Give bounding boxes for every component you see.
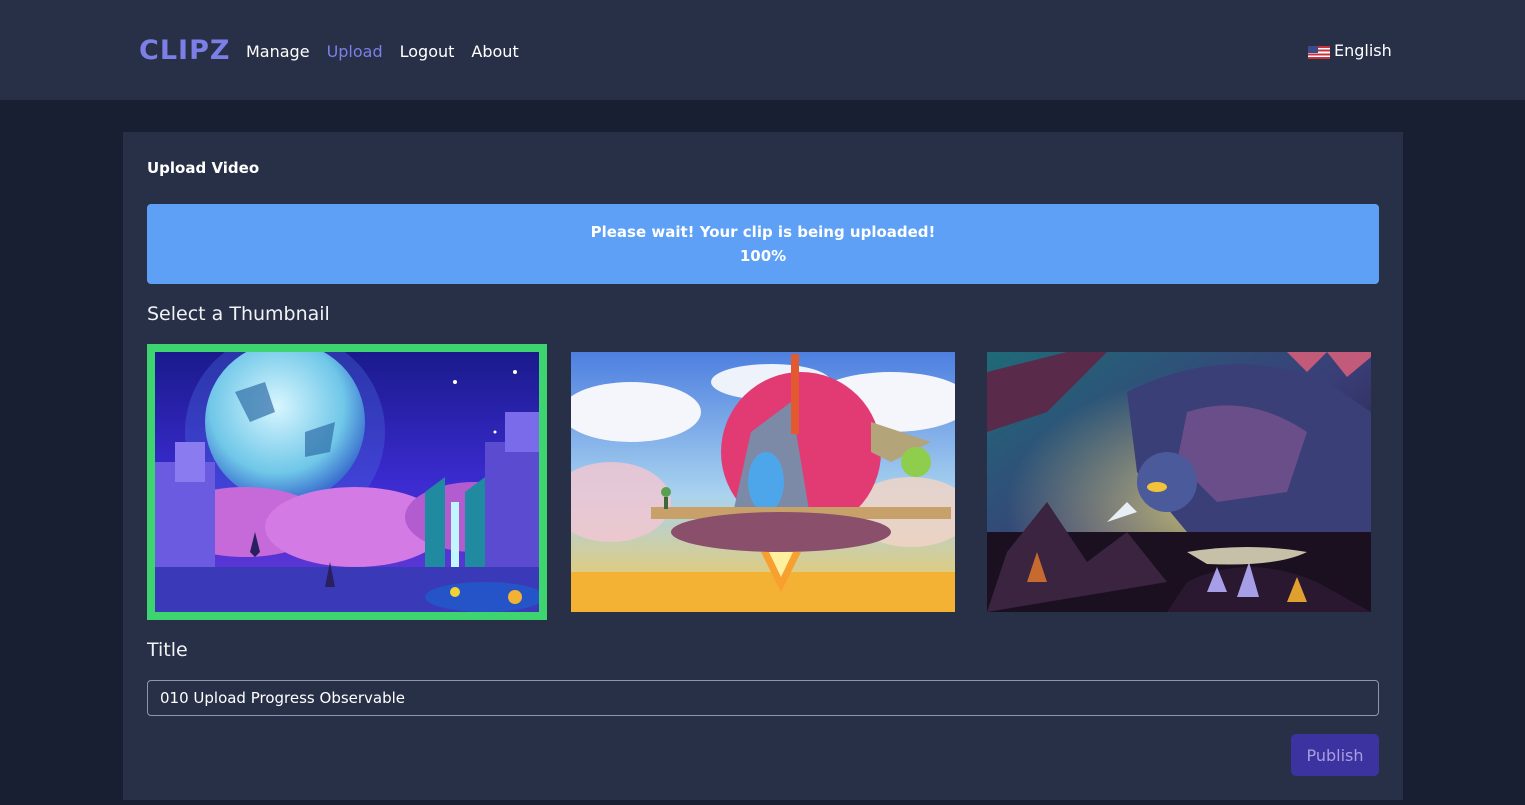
nav-logout[interactable]: Logout (400, 41, 455, 63)
thumbnail-dragon[interactable] (987, 352, 1371, 612)
nav-manage[interactable]: Manage (246, 41, 310, 63)
us-flag-icon (1308, 45, 1330, 59)
title-label: Title (147, 639, 188, 661)
language-selector[interactable]: English (1308, 40, 1392, 62)
upload-progress-alert: Please wait! Your clip is being uploaded… (147, 204, 1379, 284)
upload-percent: 100% (739, 247, 787, 265)
title-input[interactable] (147, 680, 1379, 716)
thumbnail-image (571, 352, 955, 612)
thumbnail-image (987, 352, 1371, 612)
navbar: CLIPZ Manage Upload Logout About English (0, 0, 1525, 100)
nav-links: Manage Upload Logout About (246, 41, 519, 63)
brand-logo[interactable]: CLIPZ (139, 33, 230, 69)
thumbnail-moonlit-landscape[interactable] (147, 344, 547, 620)
thumbnail-image (155, 352, 539, 612)
language-label: English (1334, 41, 1392, 60)
nav-upload[interactable]: Upload (327, 41, 383, 63)
nav-about[interactable]: About (471, 41, 518, 63)
thumbnail-airship[interactable] (571, 352, 955, 612)
alert-message: Please wait! Your clip is being uploaded… (590, 223, 936, 241)
upload-heading: Upload Video (147, 159, 260, 177)
upload-card: Upload Video Please wait! Your clip is b… (123, 132, 1403, 800)
publish-button[interactable]: Publish (1291, 734, 1379, 776)
thumbnail-label: Select a Thumbnail (147, 303, 330, 325)
